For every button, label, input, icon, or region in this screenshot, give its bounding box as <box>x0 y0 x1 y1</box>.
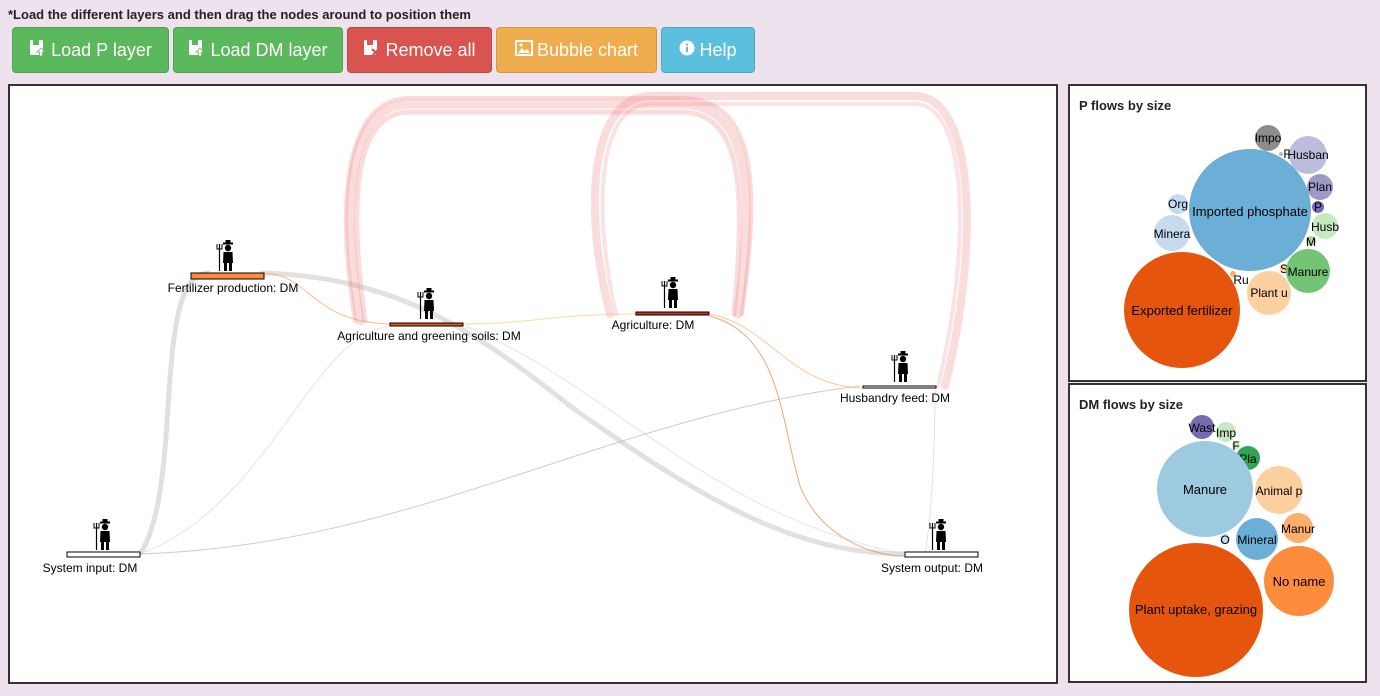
dm-flows-bubble-chart: Wast Imp F Pla Manure Animal p O Mineral… <box>1129 415 1334 677</box>
svg-text:Manure: Manure <box>1183 482 1227 497</box>
floppy-remove-icon <box>363 39 381 61</box>
farmer-icon <box>929 518 947 551</box>
svg-text:Imported phosphate: Imported phosphate <box>1192 204 1308 219</box>
bubble[interactable]: Manure <box>1157 441 1253 537</box>
svg-text:Org: Org <box>1168 197 1188 211</box>
svg-text:Imp: Imp <box>1216 426 1236 440</box>
svg-text:Mineral: Mineral <box>1237 533 1276 547</box>
picture-icon <box>514 40 533 60</box>
bubble[interactable]: Org <box>1168 194 1188 214</box>
node-label: System input: DM <box>43 561 138 575</box>
bubble[interactable]: Wast <box>1189 415 1217 439</box>
node-system-input[interactable]: System input: DM <box>43 518 141 575</box>
farmer-icon <box>93 518 111 551</box>
load-dm-layer-button[interactable]: Load DM layer <box>173 27 343 73</box>
bubble[interactable]: Impo <box>1255 125 1282 151</box>
node-husbandry-feed[interactable]: Husbandry feed: DM <box>840 350 950 405</box>
svg-text:Manure: Manure <box>1288 265 1329 279</box>
svg-text:P: P <box>1314 200 1322 214</box>
floppy-upload-icon <box>29 39 47 61</box>
svg-text:Exported fertilizer: Exported fertilizer <box>1131 303 1233 318</box>
p-flows-bubble-chart: Impo F Husban Plan P Org Imported phosph… <box>1124 125 1339 368</box>
farmer-icon <box>417 287 435 320</box>
load-p-layer-button[interactable]: Load P layer <box>12 27 169 73</box>
bubble[interactable]: O <box>1220 533 1230 547</box>
svg-text:Minera: Minera <box>1154 227 1191 241</box>
svg-text:Animal p: Animal p <box>1256 484 1303 498</box>
sankey-canvas: Fertilizer production: DM Agriculture an… <box>43 92 983 575</box>
dm-flows-panel: DM flows by size Wast Imp F Pla Manure A… <box>1068 383 1367 683</box>
svg-text:Wast: Wast <box>1189 421 1217 435</box>
bubble[interactable]: P <box>1312 200 1324 214</box>
bubble[interactable]: Manure <box>1286 249 1330 293</box>
help-label: Help <box>699 39 737 60</box>
svg-text:Impo: Impo <box>1255 131 1282 145</box>
svg-text:Plant u: Plant u <box>1250 286 1287 300</box>
farmer-icon <box>216 239 234 272</box>
load-p-layer-label: Load P layer <box>51 39 152 60</box>
bubble[interactable]: Manur <box>1281 513 1315 543</box>
bubble[interactable]: Plan <box>1307 174 1333 200</box>
node-label: System output: DM <box>881 561 983 575</box>
p-flows-panel: P flows by size Impo F Husban Plan P Org… <box>1068 84 1367 382</box>
bubble[interactable]: Mineral <box>1236 518 1278 560</box>
remove-all-label: Remove all <box>385 39 476 60</box>
flow-links <box>137 270 936 557</box>
svg-text:O: O <box>1220 533 1229 547</box>
svg-text:No name: No name <box>1273 574 1326 589</box>
svg-text:Plan: Plan <box>1308 180 1332 194</box>
bubble[interactable]: Minera <box>1154 215 1191 251</box>
dm-flows-title: DM flows by size <box>1079 397 1184 412</box>
bubble[interactable]: Animal p <box>1255 466 1303 514</box>
bubble[interactable]: No name <box>1264 546 1334 616</box>
instruction-text: *Load the different layers and then drag… <box>8 7 471 22</box>
svg-text:Husb: Husb <box>1311 220 1339 234</box>
svg-text:Husban: Husban <box>1287 148 1328 162</box>
info-icon <box>679 40 695 60</box>
svg-text:Plant uptake, grazing: Plant uptake, grazing <box>1135 602 1257 617</box>
node-label: Agriculture and greening soils: DM <box>337 329 520 343</box>
floppy-upload-icon <box>188 39 206 61</box>
svg-text:Ru: Ru <box>1233 273 1248 287</box>
farmer-icon <box>891 350 909 383</box>
bubble[interactable]: M <box>1306 235 1316 249</box>
load-dm-layer-label: Load DM layer <box>210 39 328 60</box>
node-label: Fertilizer production: DM <box>168 281 299 295</box>
bubble[interactable]: Plant u <box>1247 271 1291 315</box>
svg-text:Manur: Manur <box>1281 522 1315 536</box>
node-fertilizer-production[interactable]: Fertilizer production: DM <box>168 239 299 295</box>
help-button[interactable]: Help <box>661 27 755 73</box>
sankey-panel: Fertilizer production: DM Agriculture an… <box>8 84 1058 684</box>
bubble-chart-label: Bubble chart <box>536 39 639 60</box>
node-agriculture[interactable]: Agriculture: DM <box>612 276 710 332</box>
bubble[interactable]: Plant uptake, grazing <box>1129 543 1263 677</box>
node-label: Husbandry feed: DM <box>840 391 950 405</box>
svg-text:M: M <box>1306 235 1316 249</box>
remove-all-button[interactable]: Remove all <box>347 27 492 73</box>
bubble[interactable]: Exported fertilizer <box>1124 252 1240 368</box>
node-label: Agriculture: DM <box>612 318 695 332</box>
bubble[interactable]: Imported phosphate <box>1189 149 1311 271</box>
p-flows-title: P flows by size <box>1079 98 1172 113</box>
bubble-chart-button[interactable]: Bubble chart <box>496 27 657 73</box>
node-system-output[interactable]: System output: DM <box>881 518 983 575</box>
farmer-icon <box>661 276 679 309</box>
